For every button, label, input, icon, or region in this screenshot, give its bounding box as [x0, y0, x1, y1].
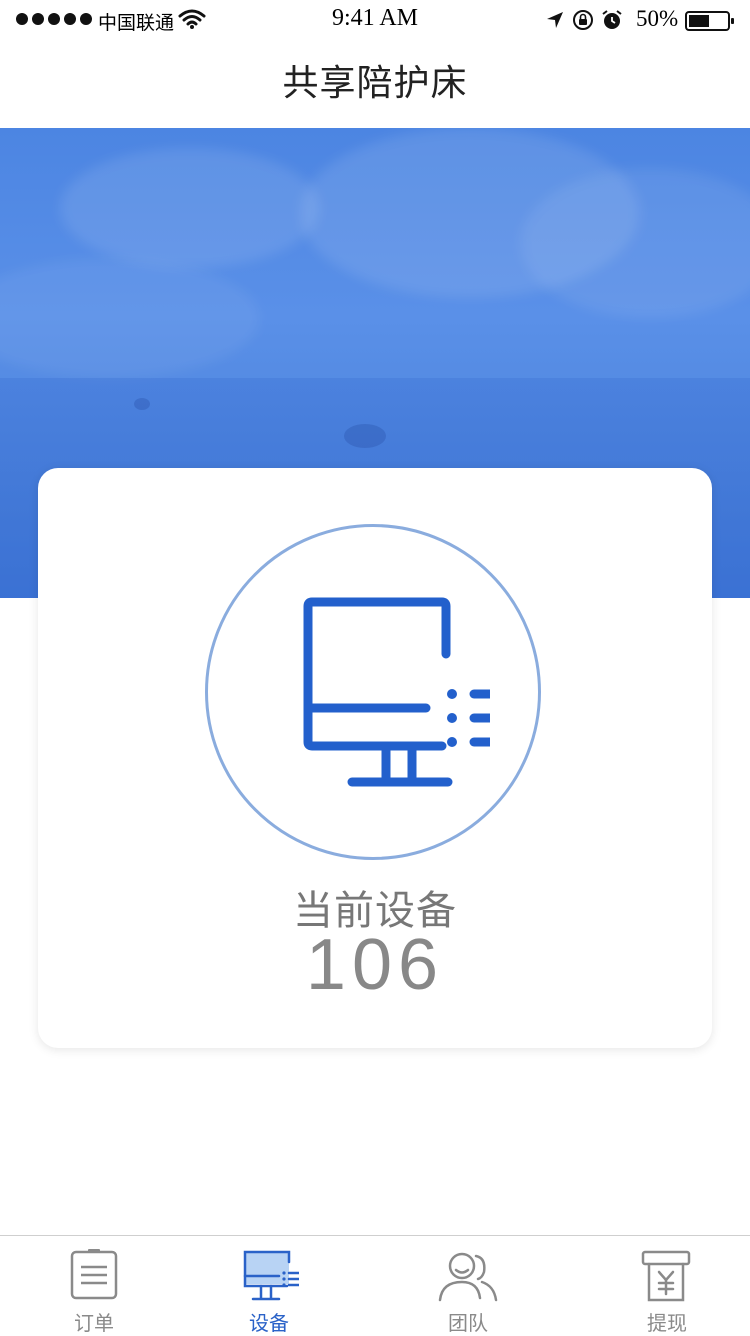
tab-label: 设备: [249, 1311, 289, 1335]
tab-withdraw[interactable]: 提现: [573, 1236, 750, 1335]
tab-devices[interactable]: 设备: [175, 1236, 363, 1335]
withdraw-icon: [641, 1250, 691, 1302]
team-icon: [438, 1252, 498, 1302]
alarm-icon: [602, 10, 622, 29]
orientation-lock-icon: [573, 10, 593, 30]
tab-label: 提现: [647, 1311, 687, 1335]
status-bar: 中国联通 9:41 AM 50%: [0, 0, 750, 40]
nav-bar: 共享陪护床: [0, 40, 750, 128]
tab-label: 团队: [448, 1311, 488, 1335]
tab-label: 订单: [74, 1311, 114, 1335]
location-arrow-icon: [547, 12, 563, 28]
tab-bar: 订单 设备 团队 提现: [0, 1235, 750, 1335]
monitor-icon: [303, 597, 490, 787]
page-title: 共享陪护床: [282, 63, 468, 104]
device-card[interactable]: 当前设备 106: [38, 468, 712, 1048]
battery-icon: [685, 11, 734, 31]
order-list-icon: [70, 1249, 118, 1300]
tab-team[interactable]: 团队: [374, 1236, 562, 1335]
battery-percent: 50%: [636, 6, 679, 31]
tab-orders[interactable]: 订单: [0, 1236, 188, 1335]
monitor-icon: [243, 1250, 299, 1301]
current-devices-count: 106: [305, 925, 445, 1005]
